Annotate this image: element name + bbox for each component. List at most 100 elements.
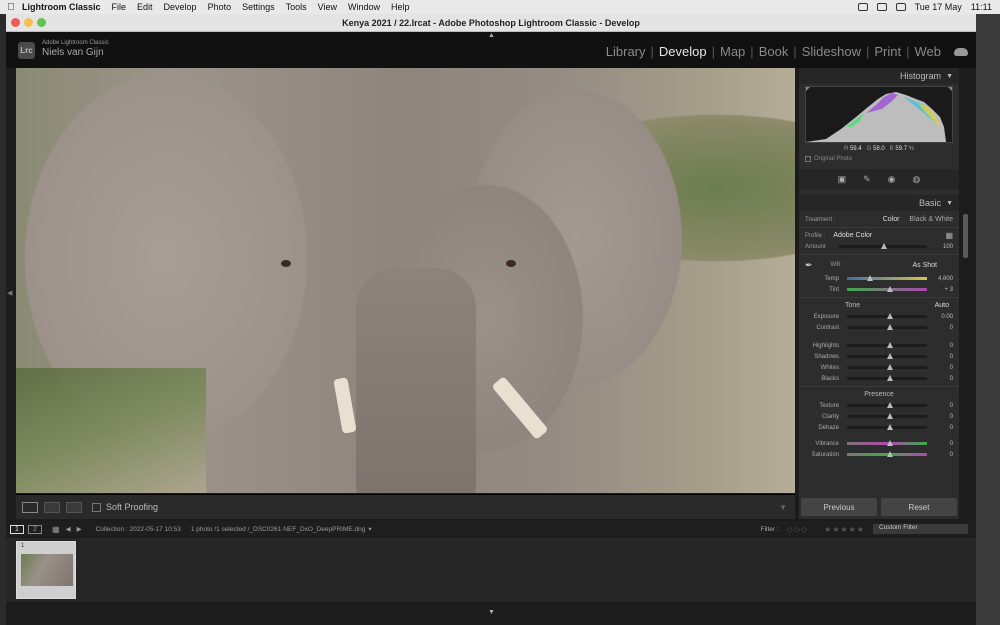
grid-view-icon[interactable]: ▦ — [52, 525, 60, 534]
wb-eyedropper-icon[interactable]: ✒ — [805, 260, 813, 271]
left-panel-toggle-icon[interactable]: ◀ — [7, 289, 12, 297]
menu-view[interactable]: View — [318, 2, 337, 12]
contrast-value[interactable]: 0 — [931, 325, 953, 331]
tint-value[interactable]: + 3 — [931, 287, 953, 293]
module-develop[interactable]: Develop — [654, 44, 712, 59]
right-panel-scrollbar[interactable] — [963, 214, 968, 258]
filmstrip-thumbnail[interactable]: 1 — [16, 541, 76, 599]
back-arrow-icon[interactable]: ◀ — [66, 525, 71, 533]
menu-tools[interactable]: Tools — [286, 2, 307, 12]
module-web[interactable]: Web — [910, 44, 947, 59]
menu-time[interactable]: 11:11 — [971, 2, 992, 12]
photo-canvas[interactable] — [16, 68, 795, 493]
highlights-slider[interactable] — [847, 342, 927, 348]
window-1-button[interactable]: 1 — [10, 524, 24, 534]
tone-auto-button[interactable]: Auto — [935, 302, 949, 309]
battery-icon[interactable] — [876, 3, 887, 11]
whites-slider[interactable] — [847, 364, 927, 370]
menu-app-name[interactable]: Lightroom Classic — [22, 2, 101, 12]
toolbar-options-chevron-icon[interactable]: ▼ — [779, 503, 787, 512]
menu-develop[interactable]: Develop — [164, 2, 197, 12]
menu-file[interactable]: File — [112, 2, 127, 12]
saturation-slider[interactable] — [847, 451, 927, 457]
control-center-icon[interactable] — [895, 3, 906, 11]
module-print[interactable]: Print — [869, 44, 906, 59]
tool-strip: ▣ ✎ ◉ ◍ — [799, 169, 959, 189]
contrast-slider[interactable] — [847, 324, 927, 330]
original-photo-toggle[interactable]: Original Photo — [805, 156, 959, 162]
exposure-value[interactable]: 0.00 — [931, 314, 953, 320]
basic-header[interactable]: Basic ▼ — [799, 195, 959, 211]
window-2-button[interactable]: 2 — [28, 524, 42, 534]
rating-filter-stars[interactable]: ★★★★★ — [824, 525, 865, 534]
menu-edit[interactable]: Edit — [137, 2, 153, 12]
profile-dropdown[interactable]: Adobe Color — [833, 232, 872, 239]
module-book[interactable]: Book — [754, 44, 794, 59]
blacks-value[interactable]: 0 — [931, 376, 953, 382]
red-eye-tool-icon[interactable]: ◉ — [888, 174, 896, 185]
profile-browser-icon[interactable]: ▦ — [945, 231, 953, 240]
reset-button[interactable]: Reset — [881, 498, 957, 516]
menu-window[interactable]: Window — [348, 2, 380, 12]
module-slideshow[interactable]: Slideshow — [797, 44, 866, 59]
amount-value[interactable]: 100 — [931, 244, 953, 250]
treatment-bw-button[interactable]: Black & White — [909, 216, 953, 223]
apple-menu-icon[interactable]:  — [0, 2, 22, 13]
shadows-slider[interactable] — [847, 353, 927, 359]
flag-filter-icons[interactable]: ◇◇◇ — [787, 525, 808, 534]
b-value: 59.7 — [895, 146, 908, 152]
healing-tool-icon[interactable]: ✎ — [863, 174, 871, 185]
collection-source[interactable]: Collection : 2022-05-17 10:53 — [96, 526, 181, 533]
vibrance-slider[interactable] — [847, 440, 927, 446]
bottom-panel-toggle-icon[interactable]: ▼ — [488, 609, 495, 616]
menu-settings[interactable]: Settings — [242, 2, 275, 12]
wifi-icon[interactable] — [857, 3, 868, 11]
menu-date[interactable]: Tue 17 May — [915, 2, 962, 12]
previous-button[interactable]: Previous — [801, 498, 877, 516]
forward-arrow-icon[interactable]: ▶ — [77, 525, 82, 533]
treatment-row: Treatment : Color Black & White — [799, 214, 959, 225]
temp-value[interactable]: 4,600 — [931, 276, 953, 282]
photo-elephant-eye-right — [506, 260, 516, 267]
temp-slider[interactable] — [847, 275, 927, 281]
masking-tool-icon[interactable]: ◍ — [913, 174, 921, 185]
loupe-view-icon[interactable] — [22, 501, 38, 513]
vibrance-value[interactable]: 0 — [931, 441, 953, 447]
before-after-view-icon[interactable] — [44, 501, 60, 513]
saturation-value[interactable]: 0 — [931, 452, 953, 458]
crop-tool-icon[interactable]: ▣ — [838, 174, 847, 185]
clarity-slider[interactable] — [847, 413, 927, 419]
dehaze-slider[interactable] — [847, 424, 927, 430]
soft-proofing-label: Soft Proofing — [106, 502, 159, 512]
top-panel-toggle-icon[interactable]: ▲ — [488, 32, 495, 39]
before-after-swap-icon[interactable] — [66, 501, 82, 513]
tint-slider[interactable] — [847, 286, 927, 292]
histogram-graph[interactable] — [805, 86, 953, 143]
exposure-slider[interactable] — [847, 313, 927, 319]
menu-photo[interactable]: Photo — [208, 2, 232, 12]
dehaze-value[interactable]: 0 — [931, 425, 953, 431]
whites-value[interactable]: 0 — [931, 365, 953, 371]
selection-info[interactable]: 1 photo /1 selected /_DSC0261-NEF_DxO_De… — [191, 526, 366, 533]
amount-slider[interactable] — [839, 243, 927, 249]
module-map[interactable]: Map — [715, 44, 750, 59]
clarity-value[interactable]: 0 — [931, 414, 953, 420]
collapse-icon[interactable]: ▼ — [946, 200, 953, 207]
texture-value[interactable]: 0 — [931, 403, 953, 409]
g-value: 58.0 — [872, 146, 885, 152]
shadows-value[interactable]: 0 — [931, 354, 953, 360]
histogram-header[interactable]: Histogram ▼ — [799, 68, 959, 84]
highlights-value[interactable]: 0 — [931, 343, 953, 349]
collapse-icon[interactable]: ▼ — [946, 73, 953, 80]
wb-dropdown[interactable]: As Shot — [912, 262, 937, 269]
module-library[interactable]: Library — [601, 44, 651, 59]
soft-proofing-checkbox[interactable] — [92, 502, 101, 512]
custom-filter-dropdown[interactable]: Custom Filter — [873, 524, 968, 534]
original-photo-checkbox[interactable] — [805, 156, 811, 162]
source-dropdown-icon[interactable]: ▾ — [368, 525, 371, 533]
blacks-slider[interactable] — [847, 375, 927, 381]
texture-slider[interactable] — [847, 402, 927, 408]
cloud-sync-icon[interactable] — [954, 47, 968, 56]
menu-help[interactable]: Help — [391, 2, 410, 12]
treatment-color-button[interactable]: Color — [883, 216, 900, 223]
